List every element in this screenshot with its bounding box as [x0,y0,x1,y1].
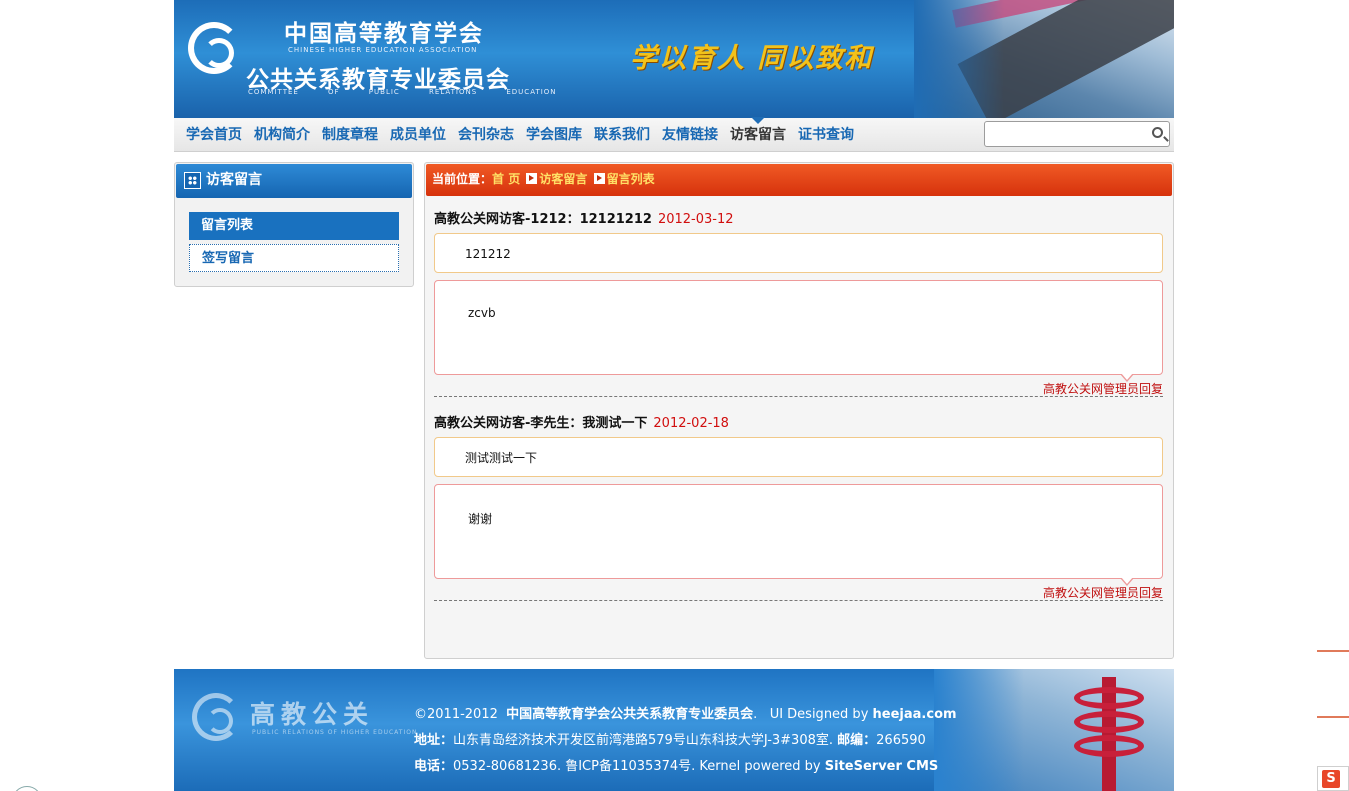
footer: 高教公关 PUBLIC RELATIONS OF HIGHER EDUCATIO… [174,669,1174,791]
breadcrumb-guestbook[interactable]: 访客留言 [539,172,587,186]
designer-link[interactable]: heejaa.com [873,707,957,722]
nav-item[interactable]: 证书查询 [792,118,860,152]
org-name-cn: 中国高等教育学会 [284,20,484,47]
footer-copyright: ©2011-2012 中国高等教育学会公共关系教育专业委员会. UI Desig… [414,707,957,722]
footer-address: 地址：山东青岛经济技术开发区前湾港路579号山东科技大学J-3#308室. 邮编… [414,733,926,748]
message-date: 2012-03-12 [657,212,734,227]
reply-by-label: 高教公关网管理员回复 [434,579,1163,601]
footer-brand: 高教公关 [250,700,375,729]
message-content: 测试测试一下 [434,437,1163,477]
cms-link[interactable]: SiteServer CMS [825,759,939,774]
message-title: 高教公关网访客-1212：12121212 2012-03-12 [434,210,1163,230]
search-icon[interactable] [1152,127,1163,138]
corner-widget-icon [12,786,42,791]
main-nav: 学会首页 机构简介 制度章程 成员单位 会刊杂志 学会图库 联系我们 友情链接 访客留言 证书查询 [174,117,1174,152]
message-date: 2012-02-18 [653,416,729,431]
admin-reply: zcvb [434,280,1163,382]
nav-item[interactable]: 成员单位 [384,118,452,152]
admin-reply: 谢谢 [434,484,1163,586]
nav-item[interactable]: 会刊杂志 [452,118,520,152]
breadcrumb: 当前位置：首 页 访客留言 留言列表 [426,164,1172,196]
breadcrumb-label: 当前位置： [432,172,493,186]
sogou-icon: S [1322,770,1340,788]
floating-widget-edge [1317,650,1349,652]
association-logo-icon [188,22,240,74]
search-box [984,121,1170,147]
bridge-photo [914,0,1174,118]
message-title: 高教公关网访客-李先生：我测试一下 2012-02-18 [434,414,1163,434]
sidebar-menu: 留言列表 签写留言 [175,199,413,272]
footer-logo-icon [192,693,240,741]
footer-brand-en: PUBLIC RELATIONS OF HIGHER EDUCATION [252,729,418,736]
nav-item[interactable]: 联系我们 [588,118,656,152]
message-item: 高教公关网访客-李先生：我测试一下 2012-02-18 测试测试一下 谢谢 高教… [434,414,1163,601]
arrow-right-icon [526,173,538,184]
committee-name-en: COMMITTEE OF PUBLIC RELATIONS EDUCATION [248,88,557,96]
arrow-right-icon [593,173,605,184]
footer-org: 中国高等教育学会公共关系教育专业委员会 [506,707,754,722]
breadcrumb-message-list[interactable]: 留言列表 [607,172,655,186]
sculpture-image [1064,677,1154,791]
nav-item[interactable]: 友情链接 [656,118,724,152]
message-item: 高教公关网访客-1212：12121212 2012-03-12 121212 z… [434,210,1163,397]
sidebar-item[interactable]: 留言列表 [189,212,399,240]
page-wrapper: 中国高等教育学会 CHINESE HIGHER EDUCATION ASSOCI… [174,0,1174,152]
nav-item[interactable]: 制度章程 [316,118,384,152]
sidebar-item[interactable]: 签写留言 [189,244,399,272]
nav-item[interactable]: 学会首页 [180,118,248,152]
sidebar-title: 访客留言 [206,172,262,188]
sidebar: 访客留言 留言列表签写留言 [174,162,414,287]
search-input[interactable] [985,122,1145,146]
nav-item[interactable]: 机构简介 [248,118,316,152]
nav-item[interactable]: 访客留言 [724,117,792,152]
main-panel: 当前位置：首 页 访客留言 留言列表 高教公关网访客-1212：12121212… [424,162,1174,659]
header-banner: 中国高等教育学会 CHINESE HIGHER EDUCATION ASSOCI… [174,0,1174,118]
floating-widget-edge [1317,716,1349,718]
footer-contact: 电话：0532-80681236. 鲁ICP备11035374号. Kernel… [414,759,939,774]
sidebar-header: 访客留言 [176,164,412,198]
reply-by-label: 高教公关网管理员回复 [434,375,1163,397]
nav-item[interactable]: 学会图库 [520,118,588,152]
breadcrumb-home[interactable]: 首 页 [492,172,520,186]
message-content: 121212 [434,233,1163,273]
nav-list: 学会首页 机构简介 制度章程 成员单位 会刊杂志 学会图库 联系我们 友情链接 访客留言 证书查询 [180,117,860,152]
message-author-subject: 高教公关网访客-李先生：我测试一下 [434,416,648,431]
grid-icon [184,172,201,189]
message-author-subject: 高教公关网访客-1212：12121212 [434,212,652,227]
slogan: 学以育人 同以致和 [630,43,874,74]
org-name-en: CHINESE HIGHER EDUCATION ASSOCIATION [288,46,478,54]
sogou-ime-widget[interactable]: S [1317,766,1349,791]
